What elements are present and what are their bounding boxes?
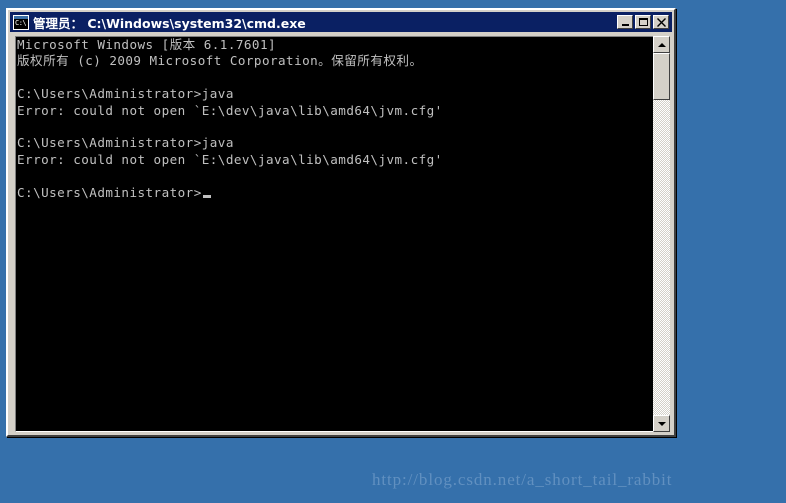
cmd-icon: C:\ [13,14,29,30]
console-output-area[interactable]: Microsoft Windows [版本 6.1.7601] 版权所有 (c) … [15,36,667,432]
window-controls [617,15,669,29]
chevron-up-icon [657,42,666,47]
console-line: Error: could not open `E:\dev\java\lib\a… [17,151,443,167]
cmd-icon-label: C:\ [15,18,27,27]
title-bar[interactable]: C:\ 管理员： C:\Windows\system32\cmd.exe [10,12,672,32]
maximize-icon [636,16,650,28]
console-line: C:\Users\Administrator>java [17,86,234,102]
minimize-button[interactable] [617,15,633,29]
text-cursor [202,194,211,198]
close-button[interactable] [653,15,669,29]
window-title: 管理员： C:\Windows\system32\cmd.exe [33,15,306,31]
scroll-up-button[interactable] [653,36,670,53]
console-line: C:\Users\Administrator> [17,185,443,201]
vertical-scrollbar[interactable] [653,36,670,432]
console-text: Microsoft Windows [版本 6.1.7601] 版权所有 (c) … [17,37,443,201]
console-line: 版权所有 (c) 2009 Microsoft Corporation。保留所有… [17,53,423,69]
minimize-icon [618,16,632,28]
console-line: Microsoft Windows [版本 6.1.7601] [17,37,277,52]
cmd-window: C:\ 管理员： C:\Windows\system32\cmd.exe Mic… [6,8,676,437]
scroll-thumb[interactable] [653,53,670,100]
desktop-background: C:\ 管理员： C:\Windows\system32\cmd.exe Mic… [0,0,786,503]
console-line: C:\Users\Administrator>java [17,135,234,151]
maximize-button[interactable] [635,15,651,29]
console-line: Error: could not open `E:\dev\java\lib\a… [17,102,443,118]
chevron-down-icon [657,421,666,426]
scroll-down-button[interactable] [653,415,670,432]
close-icon [654,16,668,28]
watermark-url: http://blog.csdn.net/a_short_tail_rabbit [372,470,673,489]
